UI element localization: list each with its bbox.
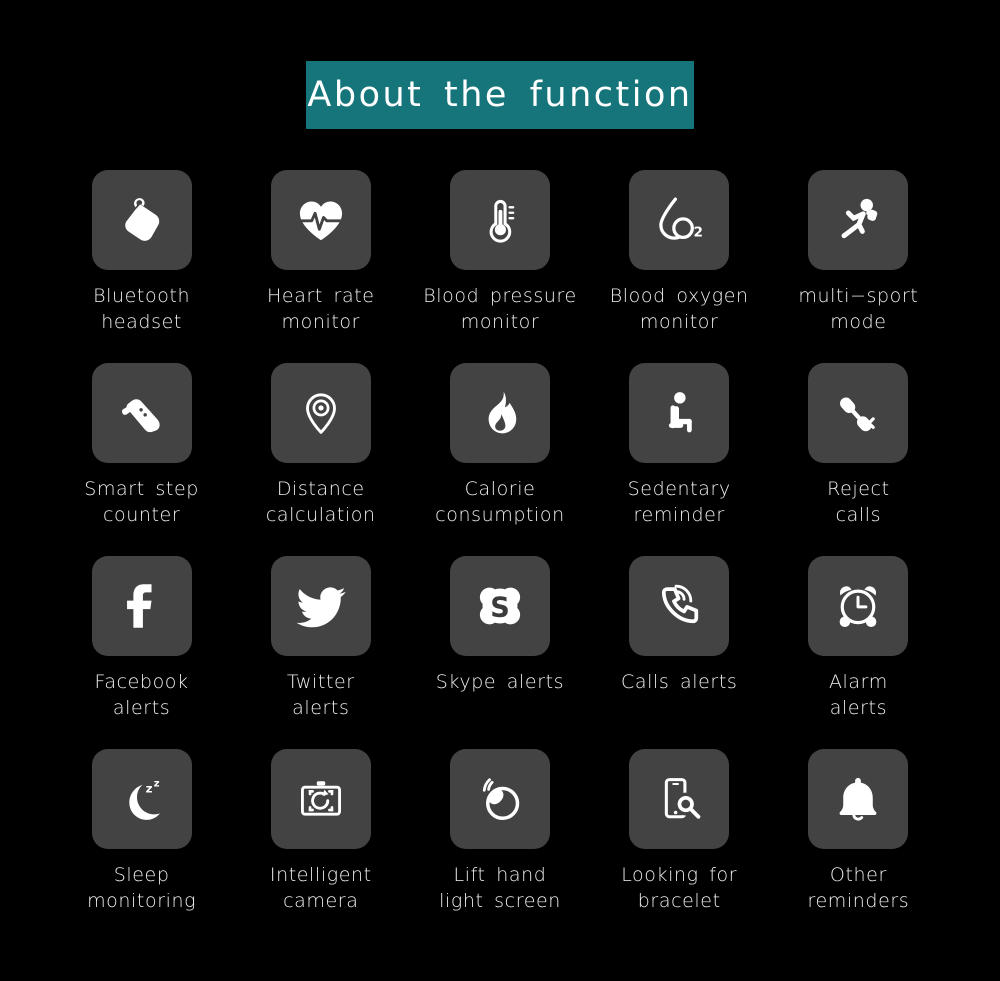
feature-label: Bluetooth headset — [93, 285, 191, 333]
feature-label: Lift hand light screen — [439, 864, 561, 912]
whistle-icon — [124, 198, 159, 241]
feature-tile[interactable] — [449, 749, 550, 849]
camera-rotate-icon — [300, 781, 341, 816]
wrist-lift-icon — [482, 778, 520, 820]
feature-item-distance-calculation[interactable]: Distance calculation — [231, 363, 410, 556]
feature-label: Smart step counter — [84, 478, 199, 526]
bell-icon — [839, 777, 877, 821]
feature-label: Calorie consumption — [435, 478, 565, 526]
feature-label: Sedentary reminder — [627, 478, 731, 526]
feature-item-multi-sport-mode[interactable]: multi−sport mode — [769, 170, 948, 363]
feature-label: Blood oxygen monitor — [609, 285, 749, 333]
phone-ringing-icon — [662, 584, 699, 624]
feature-tile[interactable] — [91, 363, 192, 463]
facebook-icon — [126, 584, 152, 628]
feature-tile[interactable] — [270, 170, 371, 270]
svg-text:S: S — [490, 593, 510, 624]
phone-reject-icon — [840, 397, 876, 432]
thermometer-icon — [489, 199, 515, 243]
heart-pulse-icon — [297, 201, 345, 241]
feature-tile[interactable]: z z — [91, 749, 192, 849]
feature-tile[interactable] — [808, 170, 909, 270]
feature-item-alarm-alerts[interactable]: Alarm alerts — [769, 556, 948, 749]
blood-droplet-o2-icon: 2 — [659, 197, 703, 240]
feature-label: Skype alerts — [435, 671, 565, 693]
feature-label: Intelligent camera — [269, 864, 372, 912]
feature-item-blood-oxygen-monitor[interactable]: 2 Blood oxygen monitor — [590, 170, 769, 363]
flame-icon — [488, 391, 517, 434]
feature-tile[interactable] — [629, 556, 730, 656]
moon-zzz-icon: z z — [128, 778, 160, 820]
feature-tile[interactable] — [91, 556, 192, 656]
svg-text:2: 2 — [694, 224, 703, 240]
feature-item-calorie-consumption[interactable]: Calorie consumption — [410, 363, 589, 556]
svg-text:z: z — [153, 778, 159, 789]
feature-tile[interactable] — [270, 749, 371, 849]
feature-item-blood-pressure-monitor[interactable]: Blood pressure monitor — [410, 170, 589, 363]
feature-label: Other reminders — [807, 864, 910, 912]
feature-tile[interactable] — [449, 363, 550, 463]
alarm-clock-icon — [840, 586, 877, 627]
feature-label: Blood pressure monitor — [423, 285, 577, 333]
feature-tile[interactable]: 2 — [629, 170, 730, 270]
feature-tile[interactable] — [270, 363, 371, 463]
feature-tile[interactable] — [808, 556, 909, 656]
feature-label: Alarm alerts — [828, 671, 888, 719]
feature-tile[interactable] — [449, 170, 550, 270]
feature-item-bluetooth-headset[interactable]: Bluetooth headset — [52, 170, 231, 363]
feature-tile[interactable] — [629, 363, 730, 463]
svg-text:z: z — [145, 782, 152, 796]
feature-label: Looking for bracelet — [621, 864, 738, 912]
feature-tile[interactable] — [808, 749, 909, 849]
feature-tile[interactable]: S — [449, 556, 550, 656]
skype-icon: S — [479, 587, 521, 625]
header-banner-wrapper: About the function — [0, 61, 1000, 129]
feature-tile[interactable] — [91, 170, 192, 270]
feature-label: Calls alerts — [621, 671, 738, 693]
feature-item-looking-for-bracelet[interactable]: Looking for bracelet — [590, 749, 769, 942]
feature-item-sleep-monitoring[interactable]: z z Sleep monitoring — [52, 749, 231, 942]
running-person-icon — [841, 198, 878, 239]
feature-item-smart-step-counter[interactable]: Smart step counter — [52, 363, 231, 556]
feature-tile[interactable] — [629, 749, 730, 849]
feature-item-intelligent-camera[interactable]: Intelligent camera — [231, 749, 410, 942]
feature-label: Distance calculation — [265, 478, 376, 526]
page-root: About the function Bluetooth headset Hea… — [0, 0, 1000, 981]
feature-label: Facebook alerts — [94, 671, 189, 719]
feature-item-twitter-alerts[interactable]: Twitter alerts — [231, 556, 410, 749]
feature-tile[interactable] — [808, 363, 909, 463]
shoe-icon — [121, 399, 160, 433]
feature-item-heart-rate-monitor[interactable]: Heart rate monitor — [231, 170, 410, 363]
feature-label: Sleep monitoring — [87, 864, 197, 912]
page-title: About the function — [307, 74, 693, 115]
feature-item-sedentary-reminder[interactable]: Sedentary reminder — [590, 363, 769, 556]
feature-item-other-reminders[interactable]: Other reminders — [769, 749, 948, 942]
feature-label: multi−sport mode — [798, 285, 919, 333]
feature-item-skype-alerts[interactable]: S Skype alerts — [410, 556, 589, 749]
feature-grid: Bluetooth headset Heart rate monitor Blo… — [52, 170, 948, 942]
feature-item-facebook-alerts[interactable]: Facebook alerts — [52, 556, 231, 749]
twitter-bird-icon — [296, 587, 346, 628]
feature-item-reject-calls[interactable]: Reject calls — [769, 363, 948, 556]
feature-item-lift-hand-light-screen[interactable]: Lift hand light screen — [410, 749, 589, 942]
feature-label: Heart rate monitor — [267, 285, 375, 333]
feature-label: Twitter alerts — [286, 671, 355, 719]
header-banner: About the function — [306, 61, 694, 129]
feature-label: Reject calls — [827, 478, 890, 526]
feature-tile[interactable] — [270, 556, 371, 656]
phone-search-icon — [665, 778, 701, 819]
sitting-person-icon — [669, 392, 693, 433]
location-pin-icon — [305, 393, 336, 434]
feature-item-calls-alerts[interactable]: Calls alerts — [590, 556, 769, 749]
